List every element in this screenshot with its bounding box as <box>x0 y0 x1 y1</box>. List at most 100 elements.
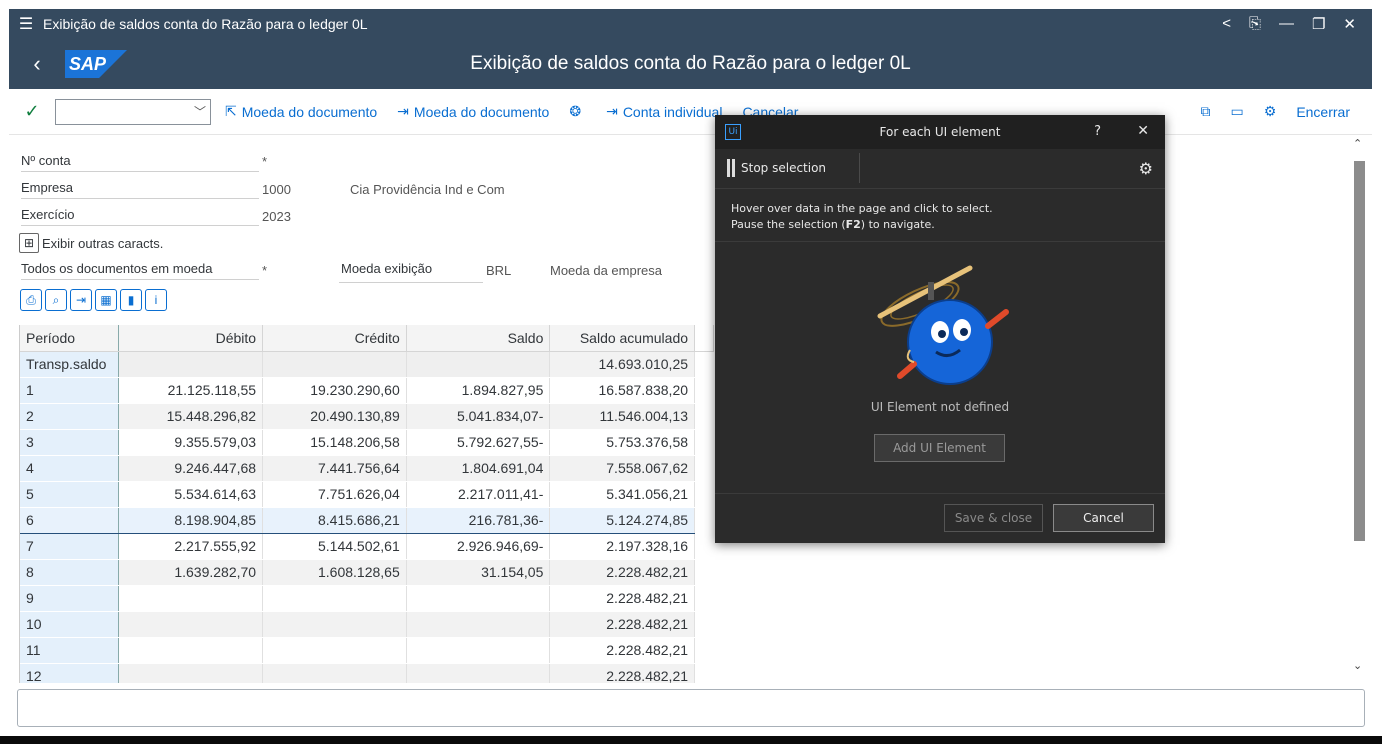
export-icon: ⇱ <box>225 103 237 119</box>
separator <box>859 153 860 183</box>
table-row[interactable]: 10 2.228.482,21 <box>20 611 714 638</box>
navigate-icon: ⇥ <box>397 103 409 119</box>
restore-icon[interactable]: ❐ <box>1312 15 1325 33</box>
info-icon[interactable]: i <box>145 289 167 311</box>
dialog-close-icon[interactable]: ✕ <box>1137 123 1149 139</box>
cell-periodo: 3 <box>20 429 120 456</box>
hamburger-menu-icon[interactable]: ☰ <box>9 14 43 34</box>
cell-credito: 20.490.130,89 <box>262 403 407 430</box>
all-docs-currency-value: * <box>262 263 268 278</box>
not-defined-text: UI Element not defined <box>870 400 1010 414</box>
table-row[interactable]: 3 9.355.579,03 15.148.206,58 5.792.627,5… <box>20 429 714 456</box>
col-saldo-acumulado[interactable]: Saldo acumulado <box>549 325 696 352</box>
cell-credito: 7.441.756,64 <box>262 455 407 482</box>
individual-account-button[interactable]: ⇥ Conta individual <box>606 103 722 120</box>
help-icon[interactable]: ? <box>1094 124 1101 139</box>
cell-filler <box>694 455 714 481</box>
document-currency-button-1[interactable]: ⇱ Moeda do documento <box>225 103 377 120</box>
more-characteristics-link[interactable]: ⊞ Exibir outras caracts. <box>19 233 163 253</box>
table-row[interactable]: 7 2.217.555,92 5.144.502,61 2.926.946,69… <box>20 533 714 560</box>
save-close-button[interactable]: Save & close <box>944 504 1043 532</box>
navigate-icon: ⇥ <box>606 103 618 119</box>
col-filler <box>694 325 714 352</box>
hint-line-2: Pause the selection (F2) to navigate. <box>731 217 1149 233</box>
scroll-up-icon[interactable]: ⌃ <box>1353 137 1362 150</box>
pause-icon <box>727 159 735 177</box>
export-icon[interactable]: ⇥ <box>70 289 92 311</box>
fiscal-year-label: Exercício <box>21 204 259 226</box>
cell-credito: 1.608.128,65 <box>262 559 407 586</box>
cell-saldo-acumulado: 7.558.067,62 <box>549 455 696 482</box>
scroll-thumb[interactable] <box>1354 161 1365 541</box>
cell-saldo: 5.792.627,55- <box>406 429 551 456</box>
screen-icon[interactable]: ⧉ <box>1201 103 1211 120</box>
dialog-cancel-button[interactable]: Cancel <box>1053 504 1154 532</box>
grid-toolbar: ⎙ ⌕ ⇥ ▦ ▮ i <box>20 289 167 311</box>
table-row[interactable]: 5 5.534.614,63 7.751.626,04 2.217.011,41… <box>20 481 714 508</box>
cell-saldo <box>406 637 551 664</box>
unlock-icon[interactable]: ⎘ <box>1249 15 1261 33</box>
table-row[interactable]: 2 15.448.296,82 20.490.130,89 5.041.834,… <box>20 403 714 430</box>
cell-saldo <box>406 351 551 378</box>
app-title: Exibição de saldos conta do Razão para o… <box>470 53 911 74</box>
dialog-body: UI Element not defined Add UI Element <box>715 242 1165 492</box>
table-row[interactable]: 11 2.228.482,21 <box>20 637 714 664</box>
col-debito[interactable]: Débito <box>118 325 264 352</box>
col-saldo[interactable]: Saldo <box>406 325 551 352</box>
find-icon[interactable]: ⌕ <box>45 289 67 311</box>
cell-periodo: 11 <box>20 637 120 664</box>
table-row[interactable]: Transp.saldo 14.693.010,25 <box>20 351 714 378</box>
cell-debito: 9.246.447,68 <box>118 455 264 482</box>
cell-debito <box>118 611 264 638</box>
table-row[interactable]: 8 1.639.282,70 1.608.128,65 31.154,05 2.… <box>20 559 714 586</box>
more-characteristics-label: Exibir outras caracts. <box>42 235 164 251</box>
dialog-actionbar: Stop selection ⚙ <box>715 149 1165 189</box>
cell-credito <box>262 637 407 664</box>
scroll-down-icon[interactable]: ⌄ <box>1353 659 1362 672</box>
layout-icon[interactable]: ▦ <box>95 289 117 311</box>
back-icon[interactable]: ‹ <box>9 51 65 77</box>
cell-debito <box>118 637 264 664</box>
cell-filler <box>694 559 714 585</box>
cell-saldo-acumulado: 11.546.004,13 <box>549 403 696 430</box>
close-icon[interactable]: ✕ <box>1343 15 1356 33</box>
table-row-selected[interactable]: 6 8.198.904,85 8.415.686,21 216.781,36- … <box>20 506 714 534</box>
cell-debito: 9.355.579,03 <box>118 429 264 456</box>
exit-button[interactable]: Encerrar <box>1296 104 1350 120</box>
table-row[interactable]: 9 2.228.482,21 <box>20 585 714 612</box>
confirm-check-icon[interactable]: ✓ <box>9 101 55 122</box>
command-field[interactable]: ﹀ <box>55 98 211 125</box>
settings-icon[interactable]: ⚙ <box>1264 103 1277 120</box>
hint-text: ) to navigate. <box>860 218 935 231</box>
add-ui-element-button[interactable]: Add UI Element <box>874 434 1005 462</box>
cell-filler <box>694 533 714 559</box>
cell-debito: 8.198.904,85 <box>118 506 264 534</box>
account-label: Nº conta <box>21 150 259 172</box>
cell-credito: 7.751.626,04 <box>262 481 407 508</box>
col-credito[interactable]: Crédito <box>262 325 407 352</box>
collapse-icon[interactable]: < <box>1222 15 1231 33</box>
robot-mascot-illustration <box>877 265 1009 385</box>
print-icon[interactable]: ⎙ <box>20 289 42 311</box>
cell-saldo: 2.217.011,41- <box>406 481 551 508</box>
vertical-scrollbar[interactable]: ⌃ ⌄ <box>1352 137 1366 685</box>
cell-saldo-acumulado: 2.228.482,21 <box>549 663 696 683</box>
currency-icon-button[interactable]: ❂ <box>569 103 586 120</box>
stop-selection-button[interactable]: Stop selection <box>727 159 826 177</box>
button-label: Moeda do documento <box>413 103 550 120</box>
document-currency-button-2[interactable]: ⇥ Moeda do documento <box>397 103 549 120</box>
col-periodo[interactable]: Período <box>20 325 120 352</box>
table-row[interactable]: 1 21.125.118,55 19.230.290,60 1.894.827,… <box>20 377 714 404</box>
table-row[interactable]: 4 9.246.447,68 7.441.756,64 1.804.691,04… <box>20 455 714 482</box>
gear-icon[interactable]: ⚙ <box>1139 159 1153 178</box>
window-icon[interactable]: ▭ <box>1231 103 1244 120</box>
table-row[interactable]: 12 2.228.482,21 <box>20 663 714 683</box>
cell-filler <box>694 611 714 637</box>
minimize-icon[interactable]: — <box>1279 15 1294 33</box>
window-controls: < ⎘ — ❐ ✕ <box>1222 15 1372 33</box>
all-docs-currency-label: Todos os documentos em moeda <box>21 258 259 280</box>
cell-credito <box>262 585 407 612</box>
cell-debito: 21.125.118,55 <box>118 377 264 404</box>
chart-icon[interactable]: ▮ <box>120 289 142 311</box>
chevron-down-icon[interactable]: ﹀ <box>194 103 206 120</box>
